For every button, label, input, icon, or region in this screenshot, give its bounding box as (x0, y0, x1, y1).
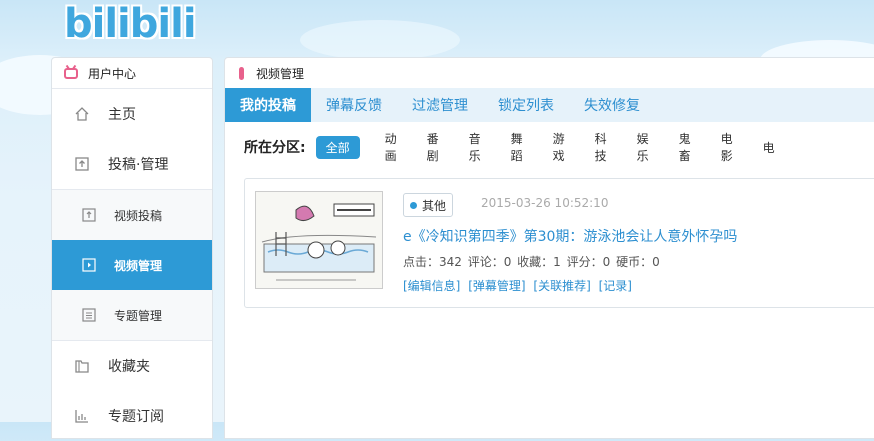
filter-option-entertainment[interactable]: 娱乐 (622, 127, 664, 167)
record-link[interactable]: [记录] (599, 279, 632, 293)
bilibili-logo[interactable]: bilibili (64, 2, 197, 46)
tab-filter-manage[interactable]: 过滤管理 (397, 88, 483, 122)
dot-icon (410, 201, 417, 209)
video-thumbnail[interactable] (255, 191, 383, 289)
sidebar-item-label: 主页 (108, 107, 136, 123)
danmaku-manage-link[interactable]: [弹幕管理] (468, 279, 525, 293)
tab-invalid-repair[interactable]: 失效修复 (569, 88, 655, 122)
edit-info-link[interactable]: [编辑信息] (403, 279, 460, 293)
category-filter: 所在分区: 全部 动画 番剧 音乐 舞蹈 游戏 科技 娱乐 鬼畜 电影 电 (225, 122, 874, 172)
sidebar-subitem-video-manage[interactable]: 视频管理 (52, 240, 212, 290)
video-actions: [编辑信息] [弹幕管理] [关联推荐] [记录] (403, 277, 636, 294)
filter-label: 所在分区: (244, 140, 306, 156)
upload-date: 2015-03-26 10:52:10 (481, 196, 609, 210)
upload-box-icon (82, 208, 96, 222)
tab-danmaku-feedback[interactable]: 弹幕反馈 (311, 88, 397, 122)
sidebar-header: 用户中心 (52, 58, 212, 89)
upload-icon (74, 156, 90, 172)
sidebar-header-label: 用户中心 (88, 66, 137, 81)
main-header: 视频管理 (225, 58, 874, 88)
filter-option-movie[interactable]: 电影 (706, 127, 748, 167)
tab-lock-list[interactable]: 锁定列表 (483, 88, 569, 122)
tab-my-uploads[interactable]: 我的投稿 (225, 88, 311, 122)
tv-icon (64, 67, 78, 79)
video-title-link[interactable]: e《冷知识第四季》第30期：游泳池会让人意外怀孕吗 (403, 226, 737, 246)
folder-icon (74, 358, 90, 374)
filter-option-animation[interactable]: 动画 (370, 127, 412, 167)
sidebar-subitem-label: 专题管理 (114, 308, 163, 323)
sidebar-subitem-topic-manage[interactable]: 专题管理 (52, 290, 212, 340)
sidebar-item-topic-subscribe[interactable]: 专题订阅 (52, 391, 212, 441)
sidebar-subitem-video-upload[interactable]: 视频投稿 (52, 190, 212, 240)
video-stats: 点击：342 评论：0 收藏：1 评分：0 硬币：0 (403, 255, 660, 269)
sidebar-item-favorites[interactable]: 收藏夹 (52, 341, 212, 391)
filter-option-game[interactable]: 游戏 (538, 127, 580, 167)
filter-option-music[interactable]: 音乐 (454, 127, 496, 167)
header-marker (239, 66, 244, 80)
filter-option-all[interactable]: 全部 (315, 135, 360, 159)
category-badge: 其他 (403, 193, 454, 217)
sidebar-item-label: 收藏夹 (108, 359, 150, 375)
sidebar-item-upload-manage[interactable]: 投稿·管理 (52, 139, 212, 189)
related-recommend-link[interactable]: [关联推荐] (533, 279, 590, 293)
sidebar-subitem-label: 视频投稿 (114, 208, 163, 223)
filter-option-dance[interactable]: 舞蹈 (496, 127, 538, 167)
home-icon (74, 106, 90, 122)
main-panel: 视频管理 我的投稿 弹幕反馈 过滤管理 锁定列表 失效修复 所在分区: 全部 动… (224, 57, 874, 439)
sidebar: 用户中心 主页 投稿·管理 视频投稿 视频管理 专题管理 收藏夹 专题订阅 (51, 57, 213, 439)
page-title: 视频管理 (256, 66, 305, 81)
cloud-decoration (300, 20, 460, 60)
video-icon (82, 258, 96, 272)
list-icon (82, 308, 96, 322)
sidebar-item-home[interactable]: 主页 (52, 89, 212, 139)
filter-option-kichiku[interactable]: 鬼畜 (664, 127, 706, 167)
tab-bar: 我的投稿 弹幕反馈 过滤管理 锁定列表 失效修复 (225, 88, 874, 122)
video-card: 其他 2015-03-26 10:52:10 e《冷知识第四季》第30期：游泳池… (244, 178, 874, 308)
sidebar-subitem-label: 视频管理 (114, 258, 163, 273)
sidebar-item-label: 专题订阅 (108, 409, 164, 425)
filter-option-tv[interactable]: 电 (748, 136, 790, 159)
filter-option-tech[interactable]: 科技 (580, 127, 622, 167)
category-label: 其他 (422, 198, 447, 213)
filter-option-bangumi[interactable]: 番剧 (412, 127, 454, 167)
sidebar-item-label: 投稿·管理 (108, 157, 169, 173)
